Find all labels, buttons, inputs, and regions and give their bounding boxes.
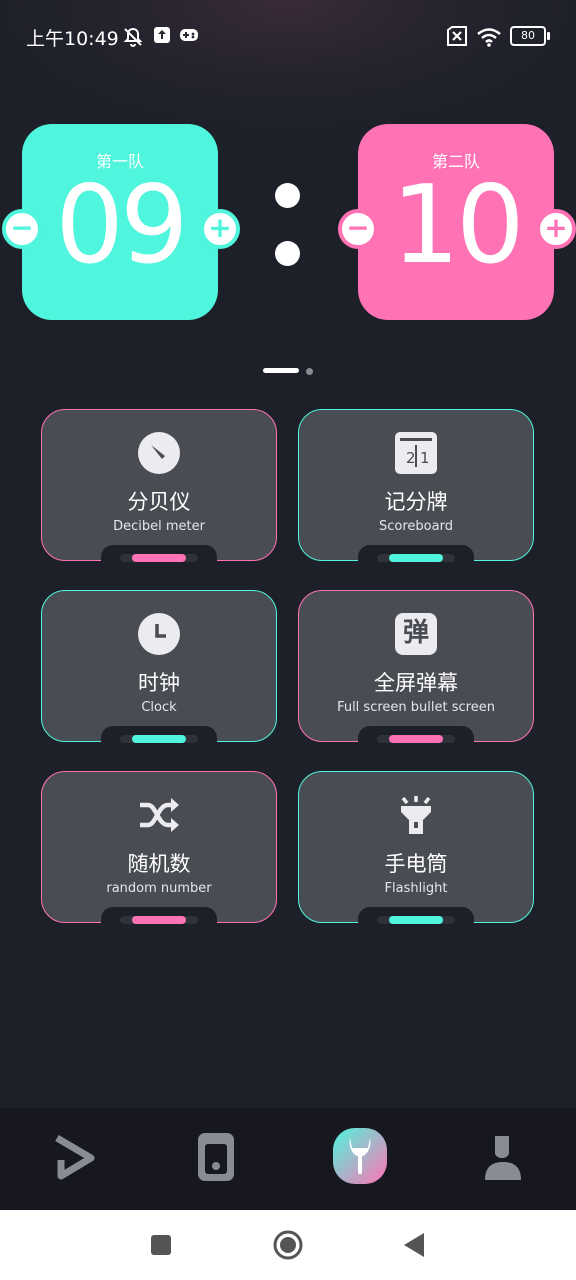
tool-indicator <box>377 735 455 743</box>
tool-indicator-fill <box>132 554 186 562</box>
tool-title-zh: 记分牌 <box>384 490 448 514</box>
tool-indicator <box>120 916 198 924</box>
team2-card: 第二队 10 <box>358 124 554 320</box>
status-time: 上午10:49 <box>26 28 119 50</box>
system-nav-bar <box>0 1210 576 1280</box>
tool-clock[interactable]: 时钟 Clock <box>41 590 277 742</box>
profile-icon[interactable] <box>473 1128 533 1188</box>
toolbox-icon[interactable] <box>330 1128 390 1188</box>
back-icon[interactable] <box>402 1232 426 1258</box>
tool-fullscreen-bullet[interactable]: 弹 全屏弹幕 Full screen bullet screen <box>298 590 534 742</box>
tool-title-en: random number <box>106 881 212 896</box>
battery-indicator: 80 <box>510 26 550 46</box>
tool-title-zh: 随机数 <box>127 852 191 876</box>
tool-scoreboard[interactable]: 2 1 记分牌 Scoreboard <box>298 409 534 561</box>
tool-indicator <box>377 554 455 562</box>
no-sim-icon <box>447 26 467 46</box>
tool-title-en: Clock <box>141 700 177 715</box>
scoreboard-icon-right-digit: 1 <box>420 449 430 467</box>
tool-random-number[interactable]: 随机数 random number <box>41 771 277 923</box>
tool-indicator-fill <box>389 735 443 743</box>
scoreboard-icon-left-digit: 2 <box>406 449 416 467</box>
page-indicator-active <box>263 368 299 373</box>
device-icon[interactable] <box>186 1128 246 1188</box>
shuffle-icon <box>140 798 179 832</box>
tool-title-en: Flashlight <box>384 881 448 896</box>
clock-icon <box>138 613 180 655</box>
tool-title-en: Decibel meter <box>113 519 205 534</box>
team2-score: 10 <box>391 163 524 288</box>
gamepad-icon <box>180 29 198 41</box>
page-indicator-dot <box>306 368 313 375</box>
recent-apps-icon[interactable] <box>150 1234 172 1256</box>
tool-indicator <box>377 916 455 924</box>
team1-minus-button[interactable]: − <box>2 209 42 249</box>
team2-minus-button[interactable]: − <box>338 209 378 249</box>
bullet-screen-icon: 弹 <box>395 613 437 655</box>
tool-title-zh: 分贝仪 <box>127 490 191 514</box>
app-screen: 上午10:49 80 第一队 09 − + 第二队 10 − + 分贝仪 Dec… <box>0 0 576 1210</box>
tool-indicator-fill <box>132 916 186 924</box>
tool-title-en: Full screen bullet screen <box>337 700 495 715</box>
colon-dot-bottom <box>275 241 300 266</box>
status-bar: 上午10:49 80 <box>0 0 576 72</box>
bottom-nav <box>0 1108 576 1210</box>
tool-indicator-fill <box>132 735 186 743</box>
team1-card: 第一队 09 <box>22 124 218 320</box>
tool-title-zh: 手电筒 <box>384 852 448 876</box>
tool-title-en: Scoreboard <box>379 519 453 534</box>
play-icon[interactable] <box>43 1128 103 1188</box>
team1-score: 09 <box>55 163 188 288</box>
bell-off-icon <box>123 27 143 47</box>
tool-indicator-fill <box>389 554 443 562</box>
home-icon[interactable] <box>272 1229 304 1261</box>
scoreboard-icon: 2 1 <box>395 432 437 474</box>
wifi-icon <box>477 28 501 47</box>
upload-icon <box>154 27 170 43</box>
tool-title-zh: 全屏弹幕 <box>374 671 458 695</box>
tool-indicator <box>120 554 198 562</box>
gauge-icon <box>138 432 180 474</box>
tool-title-zh: 时钟 <box>138 671 180 695</box>
tool-decibel-meter[interactable]: 分贝仪 Decibel meter <box>41 409 277 561</box>
tool-indicator-fill <box>389 916 443 924</box>
colon-dot-top <box>275 183 300 208</box>
team1-plus-button[interactable]: + <box>200 209 240 249</box>
flashlight-icon <box>401 796 431 834</box>
tool-flashlight[interactable]: 手电筒 Flashlight <box>298 771 534 923</box>
tool-indicator <box>120 735 198 743</box>
team2-plus-button[interactable]: + <box>536 209 576 249</box>
